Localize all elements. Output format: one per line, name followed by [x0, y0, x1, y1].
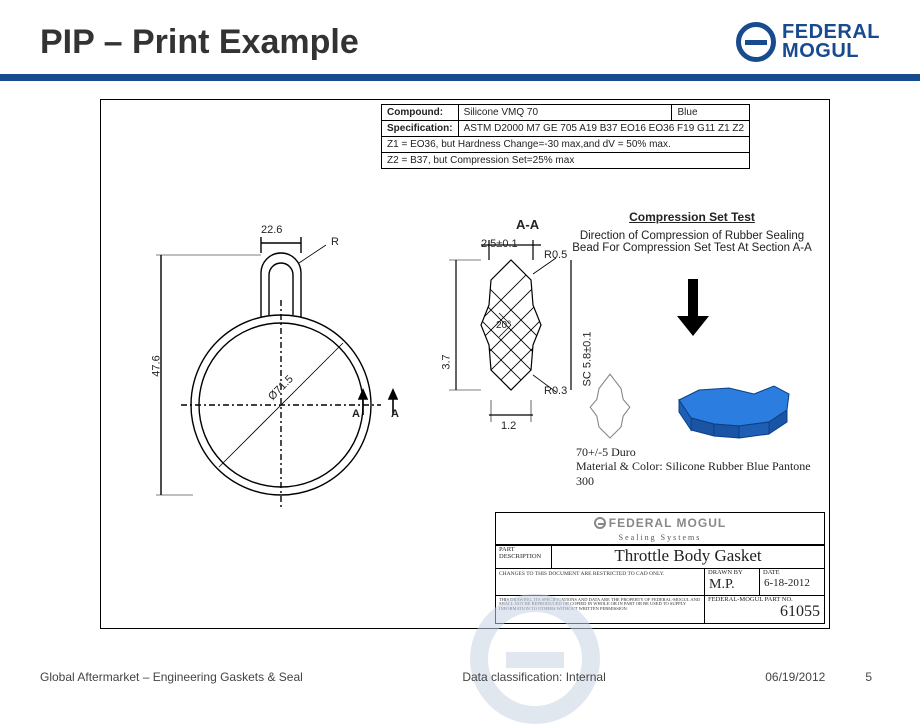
logo-line2: MOGUL	[782, 42, 880, 61]
compound-color: Blue	[672, 105, 750, 121]
compression-title: Compression Set Test	[567, 210, 817, 224]
specification-value: ASTM D2000 M7 GE 705 A19 B37 EO16 EO36 F…	[458, 121, 750, 137]
material-note: 70+/-5 Duro Material & Color: Silicone R…	[576, 445, 829, 488]
dim-section-width: 2.5±0.1	[481, 238, 518, 250]
dim-angle: 20°	[496, 320, 511, 331]
compound-value: Silicone VMQ 70	[458, 105, 672, 121]
duro-note: 70+/-5 Duro	[576, 445, 829, 459]
tb-drawn-label: DRAWN BY	[705, 569, 759, 577]
footer-date: 06/19/2012	[765, 670, 825, 684]
dim-section-height: 3.7	[441, 354, 453, 369]
dim-width-bot: 1.2	[501, 420, 516, 432]
section-mark-right: A	[391, 408, 399, 420]
section-label: A-A	[516, 217, 539, 232]
compression-desc: Direction of Compression of Rubber Seali…	[567, 230, 817, 254]
tb-sub: Sealing Systems	[619, 533, 702, 542]
page-title: PIP – Print Example	[40, 23, 359, 62]
tb-partno: 61055	[705, 603, 824, 623]
tb-brand: FEDERAL MOGUL	[609, 516, 726, 530]
tb-partno-label: FEDERAL-MOGUL PART NO.	[705, 596, 824, 604]
dim-r-top: R0.5	[544, 249, 567, 261]
specification-label: Specification:	[382, 121, 459, 137]
tb-date-label: DATE	[760, 569, 824, 577]
spec-z1: Z1 = EO36, but Hardness Change=-30 max,a…	[382, 137, 750, 153]
tb-date: 6-18-2012	[760, 577, 824, 591]
compression-figures	[549, 362, 809, 442]
slide-footer: Global Aftermarket – Engineering Gaskets…	[0, 670, 920, 684]
logo-text: FEDERAL MOGUL	[782, 23, 880, 61]
footer-left: Global Aftermarket – Engineering Gaskets…	[40, 670, 303, 684]
material-color-note: Material & Color: Silicone Rubber Blue P…	[576, 459, 829, 488]
spec-table: Compound: Silicone VMQ 70 Blue Specifica…	[381, 104, 750, 169]
tb-drawn: M.P.	[705, 577, 759, 595]
dim-height: 47.6	[151, 355, 163, 376]
footer-page: 5	[865, 670, 872, 684]
spec-z2: Z2 = B37, but Compression Set=25% max	[382, 153, 750, 169]
dim-tab-radius: R	[331, 236, 339, 248]
compound-label: Compound:	[382, 105, 459, 121]
section-mark-left: A	[352, 408, 360, 420]
watermark-logo-icon	[470, 594, 600, 724]
tb-change-note: CHANGES TO THIS DOCUMENT ARE RESTRICTED …	[496, 569, 704, 579]
compression-set-block: Compression Set Test Direction of Compre…	[567, 210, 817, 324]
footer-center: Data classification: Internal	[462, 670, 605, 684]
logo-icon	[736, 22, 776, 62]
header-rule	[0, 74, 920, 81]
slide-header: PIP – Print Example FEDERAL MOGUL	[0, 0, 920, 68]
titleblock-logo: FEDERAL MOGUL Sealing Systems	[496, 513, 824, 545]
tb-partdesc: Throttle Body Gasket	[552, 546, 824, 568]
engineering-drawing: Compound: Silicone VMQ 70 Blue Specifica…	[100, 99, 830, 629]
federal-mogul-logo: FEDERAL MOGUL	[736, 22, 880, 62]
dim-tab-width: 22.6	[261, 224, 282, 236]
tb-partdesc-label: PART DESCRIPTION	[496, 546, 551, 560]
